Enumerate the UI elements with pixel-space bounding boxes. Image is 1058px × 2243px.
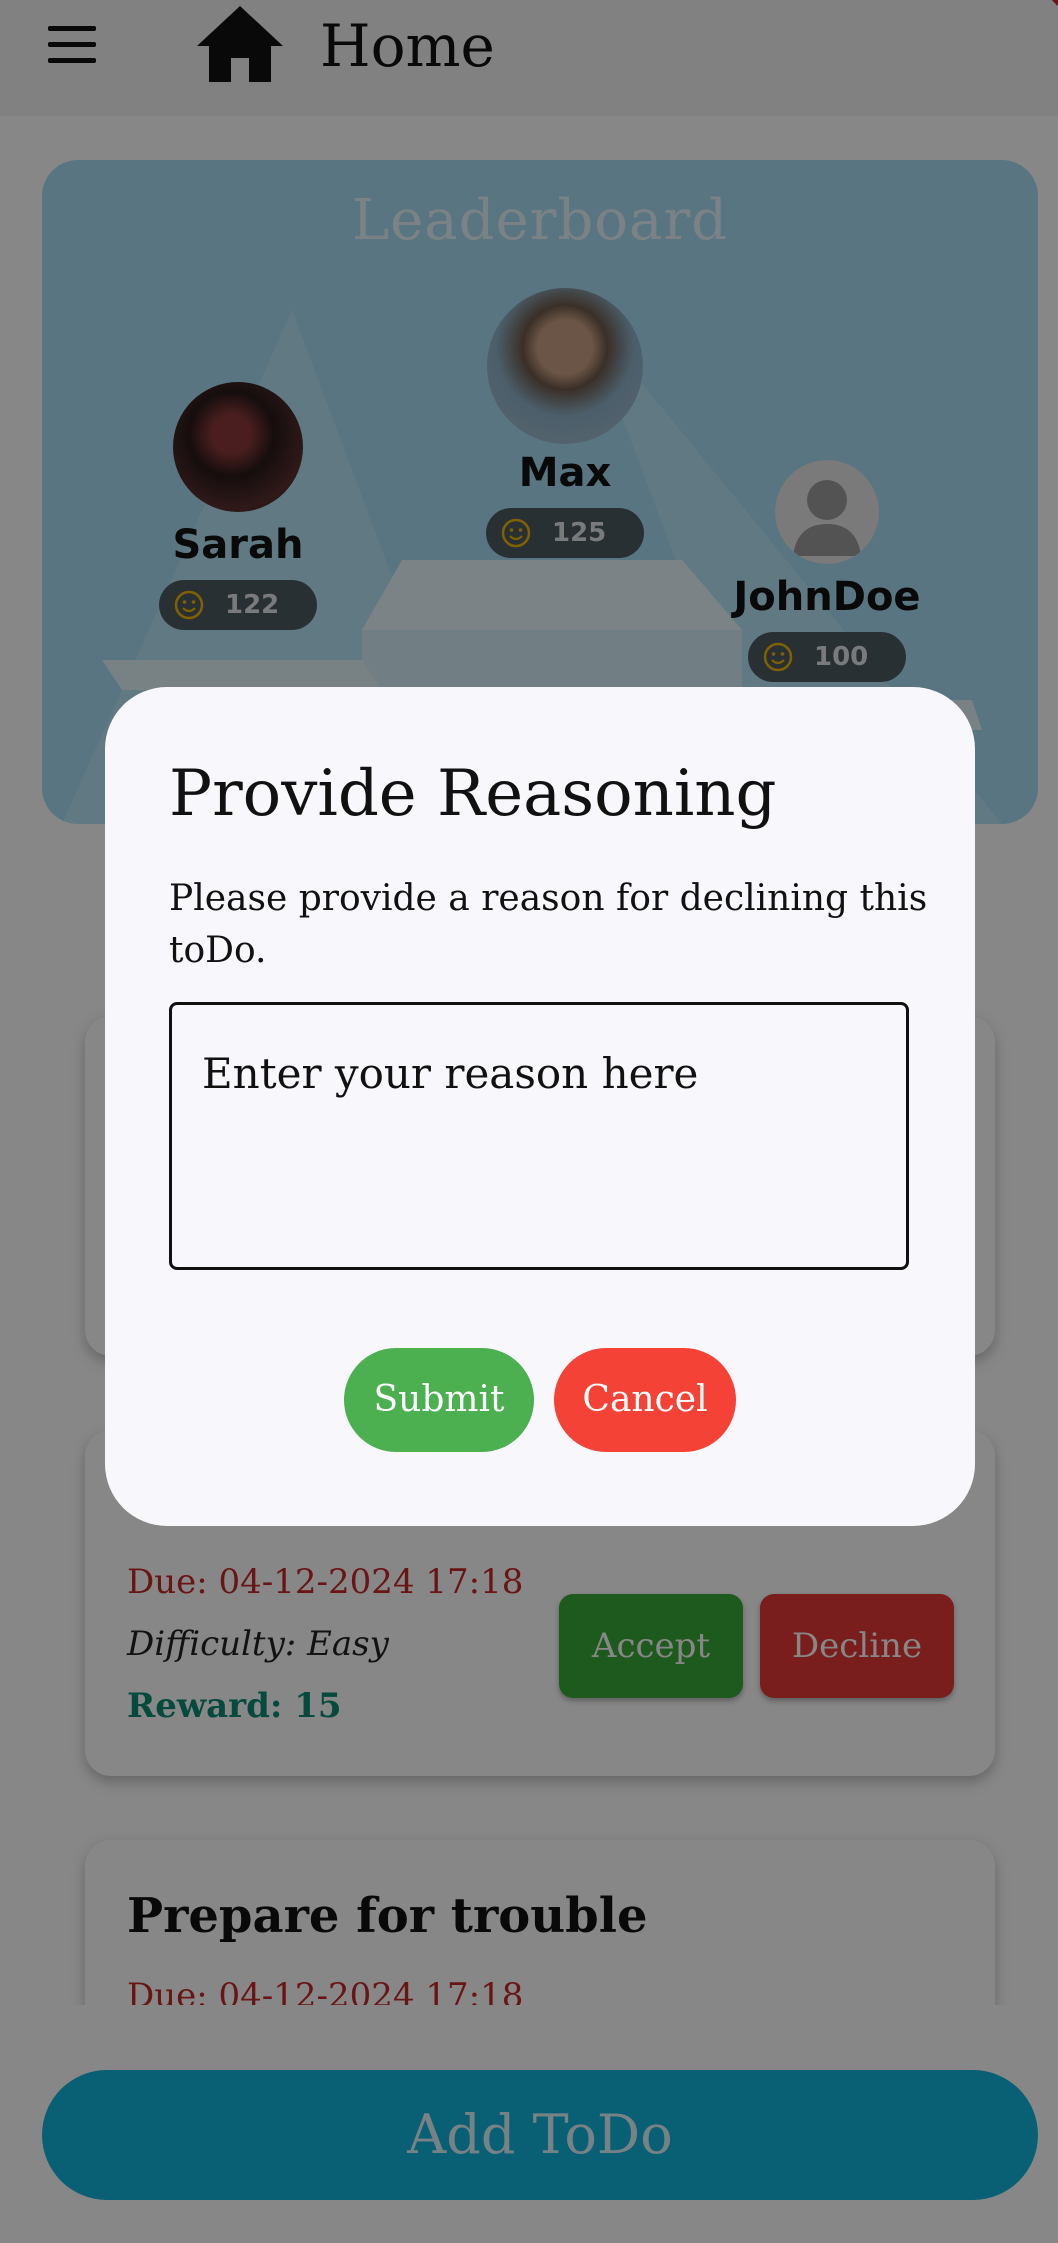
reasoning-dialog: Provide Reasoning Please provide a reaso…	[105, 687, 975, 1526]
dialog-title: Provide Reasoning	[169, 757, 777, 831]
cancel-button[interactable]: Cancel	[554, 1348, 736, 1452]
reason-input[interactable]	[169, 1002, 909, 1270]
submit-button[interactable]: Submit	[344, 1348, 534, 1452]
dialog-message: Please provide a reason for declining th…	[169, 878, 928, 971]
